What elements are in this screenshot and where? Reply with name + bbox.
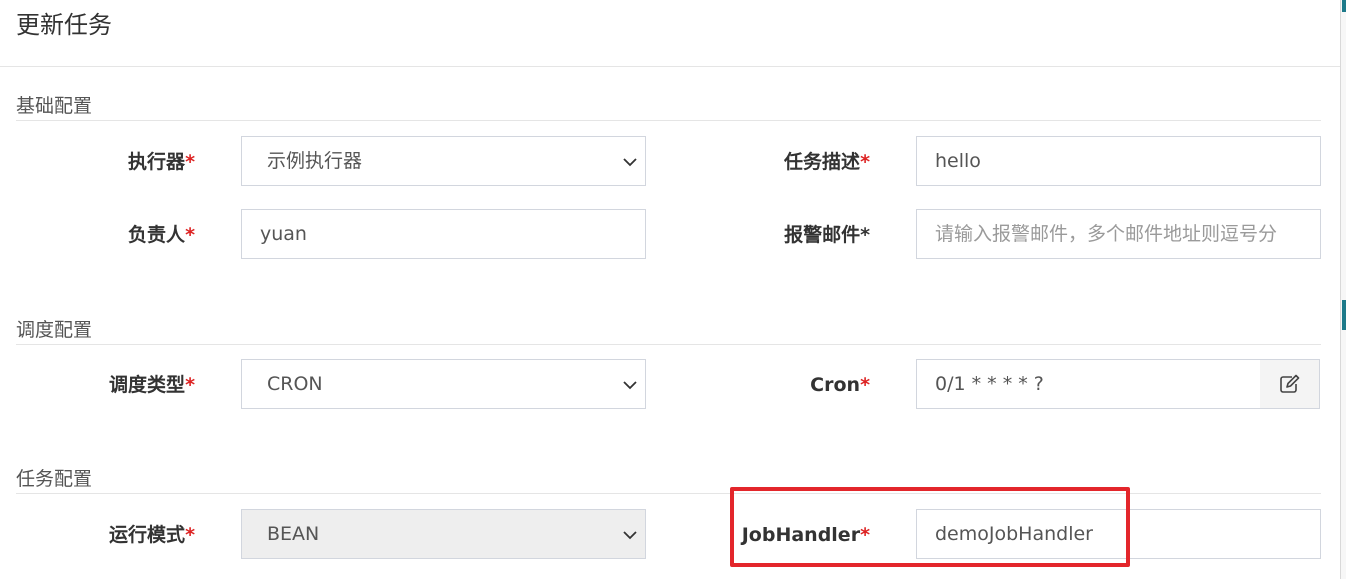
executor-select-value: 示例执行器 (267, 150, 363, 172)
chevron-down-icon (623, 531, 637, 540)
cron-input[interactable]: 0/1 * * * * ? (916, 359, 1261, 409)
job-desc-label-text: 任务描述 (784, 151, 861, 173)
cron-label: Cron* (690, 360, 870, 410)
executor-label: 执行器* (15, 137, 195, 187)
edit-icon (1280, 374, 1300, 393)
glue-type-label-text: 运行模式 (109, 524, 186, 546)
required-mark: * (185, 524, 195, 546)
backdrop-accent-middle (1342, 300, 1346, 330)
required-mark: * (860, 151, 870, 173)
glue-type-select: BEAN (241, 509, 646, 559)
alarm-email-input[interactable]: 请输入报警邮件，多个邮件地址则逗号分 (916, 209, 1321, 259)
schedule-type-select[interactable]: CRON (241, 359, 646, 409)
alarm-email-label: 报警邮件* (784, 224, 870, 246)
required-mark: * (185, 224, 195, 246)
schedule-type-select-value: CRON (267, 373, 323, 395)
schedule-type-label: 调度类型* (15, 360, 195, 410)
required-mark: * (860, 374, 870, 396)
glue-type-label: 运行模式* (15, 510, 195, 560)
executor-select[interactable]: 示例执行器 (241, 136, 646, 186)
job-desc-input[interactable]: hello (916, 136, 1321, 186)
schedule-type-label-text: 调度类型 (109, 374, 186, 396)
required-mark: * (185, 151, 195, 173)
modal-title: 更新任务 (16, 11, 112, 39)
author-input[interactable]: yuan (241, 209, 646, 259)
chevron-down-icon (623, 381, 637, 390)
required-mark: * (185, 374, 195, 396)
modal-backdrop-edge (1340, 0, 1346, 579)
section-schedule-title: 调度配置 (16, 318, 1321, 345)
job-desc-label: 任务描述* (690, 137, 870, 187)
highlight-annotation-box (730, 487, 1130, 567)
modal-header: 更新任务 (0, 0, 1340, 67)
executor-label-text: 执行器 (128, 151, 186, 173)
section-basic-title: 基础配置 (16, 94, 1321, 121)
author-label: 负责人* (15, 210, 195, 260)
author-label-text: 负责人 (128, 224, 186, 246)
cron-edit-button[interactable] (1260, 359, 1320, 409)
backdrop-accent-top (1342, 0, 1346, 12)
cron-label-text: Cron (810, 374, 861, 396)
glue-type-select-value: BEAN (267, 523, 320, 545)
chevron-down-icon (623, 158, 637, 167)
